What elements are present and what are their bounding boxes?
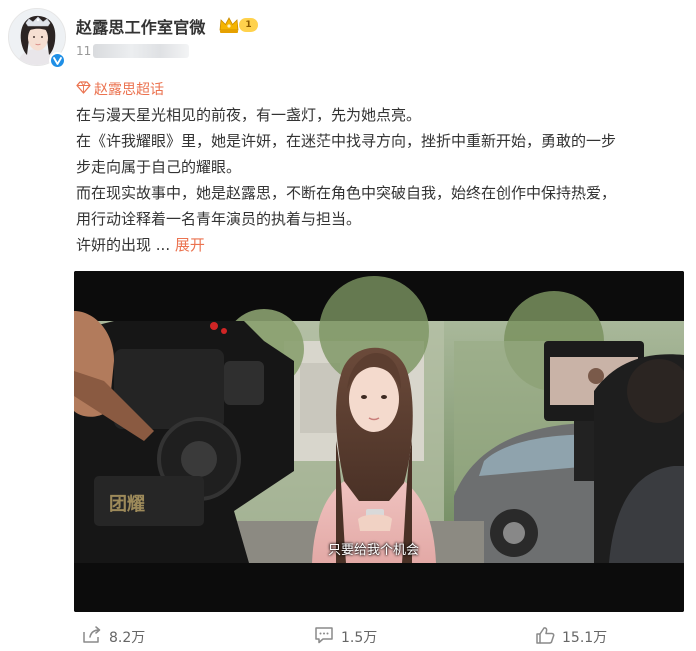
post-header: 赵露思工作室官微 1 11 — [0, 0, 696, 76]
like-count: 15.1万 — [562, 630, 608, 646]
ellipsis: ... — [151, 236, 171, 254]
blurred-timestamp — [93, 44, 189, 58]
repost-count: 8.2万 — [109, 630, 146, 646]
post-line: 在与漫天星光相见的前夜，有一盏灯，先为她点亮。 — [76, 106, 422, 124]
post-line: 用行动诠释着一名青年演员的执着与担当。 — [76, 210, 362, 228]
post-line: 而在现实故事中，她是赵露思，不断在角色中突破自我，始终在创作中保持热爱， — [76, 184, 617, 202]
repost-icon — [83, 626, 101, 643]
video-frame: 团耀 — [74, 271, 684, 612]
crown-icon — [219, 17, 239, 33]
diamond-icon — [76, 81, 91, 94]
action-bar: 8.2万 1.5万 15.1万 — [0, 618, 696, 651]
vip-level: 1 — [239, 18, 258, 32]
video-subtitle: 只要给我个机会 — [328, 543, 420, 558]
clapper-text: 团耀 — [109, 494, 145, 515]
expand-link[interactable]: 展开 — [175, 236, 205, 254]
post-time[interactable]: 11 — [76, 44, 91, 58]
post-line-truncated: 许妍的出现 ... 展开 — [76, 232, 688, 258]
video-player[interactable]: 团耀 只要给我个机会 — [74, 271, 684, 612]
verified-icon — [49, 52, 66, 69]
truncated-text: 许妍的出现 — [76, 236, 152, 254]
comment-count: 1.5万 — [341, 630, 378, 646]
user-name[interactable]: 赵露思工作室官微 — [76, 14, 206, 38]
like-icon — [536, 627, 555, 644]
topic-label: 赵露思超话 — [94, 82, 164, 98]
vip-badge[interactable]: 1 — [218, 15, 260, 35]
post-line: 步走向属于自己的耀眼。 — [76, 158, 242, 176]
post-line: 在《许我耀眼》里，她是许妍，在迷茫中找寻方向，挫折中重新开始，勇敢的一步 — [76, 132, 617, 150]
comment-icon — [315, 627, 333, 644]
post-text: 在与漫天星光相见的前夜，有一盏灯，先为她点亮。 在《许我耀眼》里，她是许妍，在迷… — [76, 102, 688, 258]
